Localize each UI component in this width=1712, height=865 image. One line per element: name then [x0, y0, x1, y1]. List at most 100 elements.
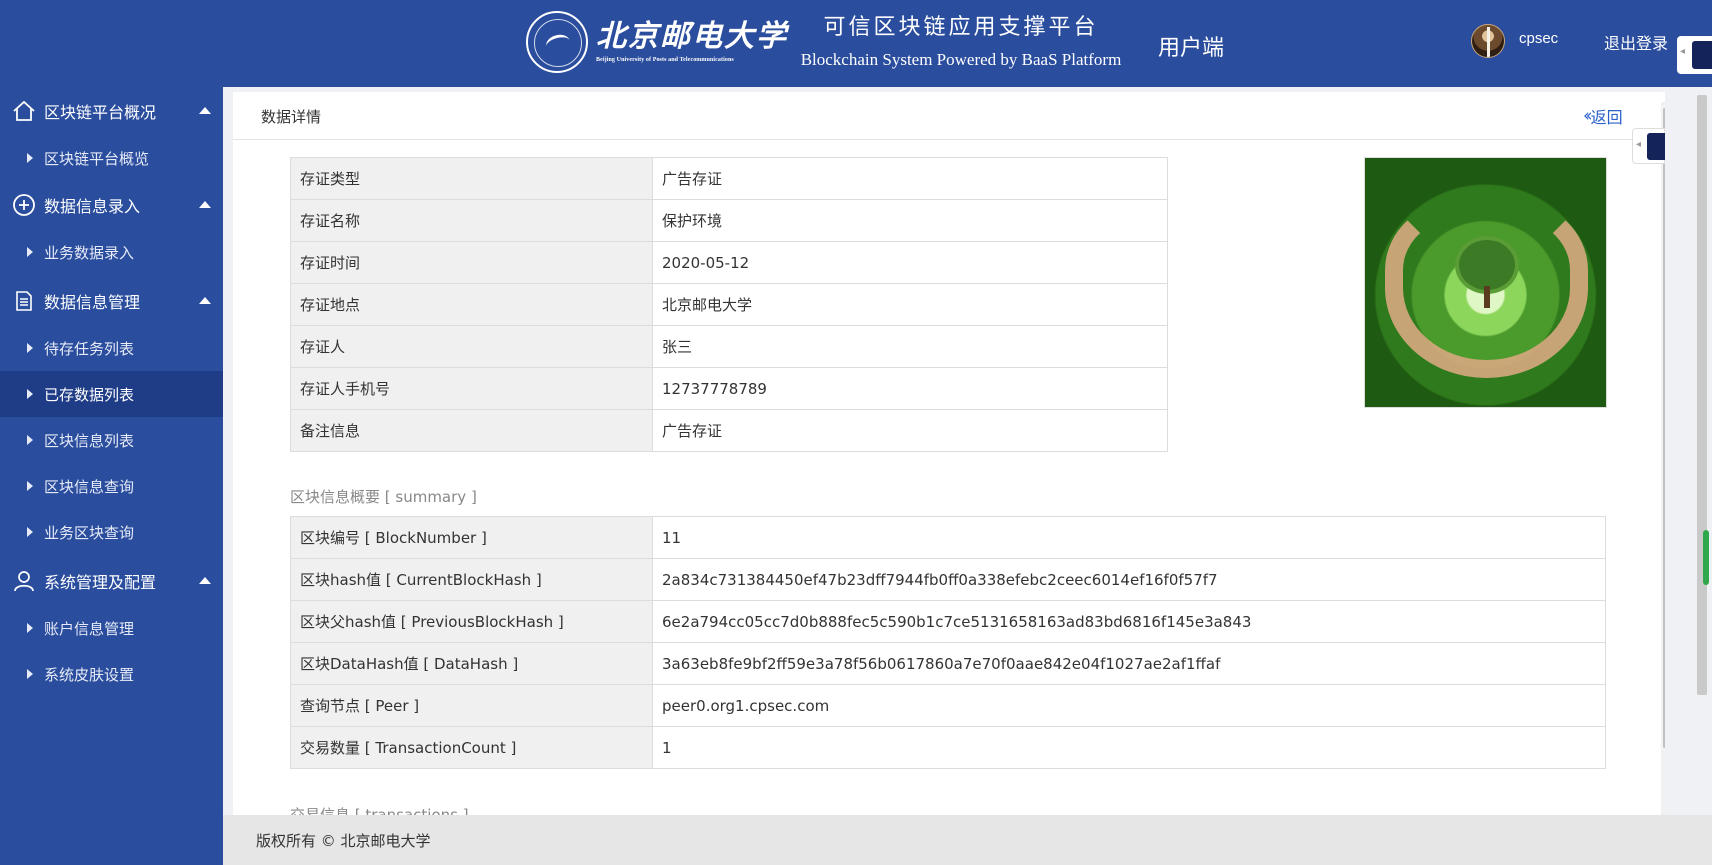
caret-right-icon	[27, 481, 33, 491]
sidebar-group-label: 数据信息录入	[44, 197, 141, 216]
home-icon	[13, 100, 35, 121]
sidebar-item-business-block-query[interactable]: 业务区块查询	[0, 509, 223, 555]
row-value: 2020-05-12	[652, 241, 1168, 284]
sidebar-item-pending-tasks[interactable]: 待存任务列表	[0, 325, 223, 371]
sidebar-item-account-management[interactable]: 账户信息管理	[0, 605, 223, 651]
sidebar: 区块链平台概况 区块链平台概览 数据信息录入 业务数据录入 数据信息管理 待存任…	[0, 87, 223, 865]
table-row: 存证人手机号 12737778789	[290, 367, 1168, 410]
sidebar-group-data-entry[interactable]: 数据信息录入	[0, 181, 223, 229]
row-value: 1	[652, 726, 1606, 769]
top-header: 北京邮电大学 Beijing University of Posts and T…	[0, 0, 1712, 87]
sidebar-group-label: 数据信息管理	[44, 293, 141, 312]
sidebar-item-label: 待存任务列表	[44, 339, 135, 358]
platform-title-cn: 可信区块链应用支撑平台	[823, 15, 1099, 40]
sidebar-item-business-data-entry[interactable]: 业务数据录入	[0, 229, 223, 275]
sidebar-item-stored-data-list[interactable]: 已存数据列表	[0, 371, 223, 417]
row-key: 存证类型	[290, 157, 653, 200]
document-icon	[16, 291, 32, 311]
user-icon	[14, 571, 34, 592]
sidebar-item-block-query[interactable]: 区块信息查询	[0, 463, 223, 509]
plus-circle-icon	[13, 194, 35, 216]
row-key: 区块DataHash值 [ DataHash ]	[290, 642, 653, 685]
transactions-section-title: 交易信息 [ transactions ]	[290, 806, 469, 815]
row-key: 备注信息	[290, 409, 653, 452]
row-value: peer0.org1.cpsec.com	[652, 684, 1606, 727]
sidebar-item-skin-settings[interactable]: 系统皮肤设置	[0, 651, 223, 697]
row-key: 存证人	[290, 325, 653, 368]
sidebar-item-label: 已存数据列表	[44, 385, 135, 404]
avatar[interactable]	[1471, 24, 1505, 58]
table-row: 区块编号 [ BlockNumber ] 11	[290, 516, 1606, 559]
caret-right-icon	[27, 247, 33, 257]
client-label: 用户端	[1158, 36, 1225, 61]
page-scroll-indicator	[1703, 530, 1709, 585]
caret-right-icon	[27, 343, 33, 353]
summary-section-title: 区块信息概要 [ summary ]	[290, 488, 477, 506]
row-key: 存证名称	[290, 199, 653, 242]
data-detail-panel: 数据详情 ‹‹ 返回 存证类型 广告存证 存证名称 保护环境 存证时间 2020-05…	[233, 92, 1665, 815]
sidebar-item-label: 账户信息管理	[44, 619, 135, 638]
caret-right-icon	[27, 669, 33, 679]
logout-link[interactable]: 退出登录	[1604, 30, 1668, 54]
table-row: 存证类型 广告存证	[290, 157, 1168, 200]
caret-right-icon	[27, 623, 33, 633]
sidebar-group-system-config[interactable]: 系统管理及配置	[0, 557, 223, 605]
tree-trunk-shape	[1484, 286, 1490, 308]
row-value: 保护环境	[652, 199, 1168, 242]
row-key: 交易数量 [ TransactionCount ]	[290, 726, 653, 769]
table-row: 存证地点 北京邮电大学	[290, 283, 1168, 326]
side-floating-widget-icon[interactable]	[1632, 128, 1665, 164]
university-name-en: Beijing University of Posts and Telecomm…	[596, 57, 734, 63]
chevron-up-icon	[199, 577, 211, 584]
page-scrollbar-thumb[interactable]	[1697, 95, 1707, 695]
panel-header: 数据详情 ‹‹ 返回	[233, 92, 1665, 140]
row-key: 存证人手机号	[290, 367, 653, 410]
table-row: 查询节点 [ Peer ] peer0.org1.cpsec.com	[290, 684, 1606, 727]
sidebar-item-block-list[interactable]: 区块信息列表	[0, 417, 223, 463]
sidebar-group-data-management[interactable]: 数据信息管理	[0, 277, 223, 325]
username[interactable]: cpsec	[1519, 30, 1558, 47]
row-value: 11	[652, 516, 1606, 559]
content-scrollbar-thumb[interactable]	[1663, 108, 1665, 748]
chevron-up-icon	[199, 201, 211, 208]
table-row: 区块hash值 [ CurrentBlockHash ] 2a834c731384…	[290, 558, 1606, 601]
page-title: 数据详情	[261, 108, 322, 126]
back-button[interactable]: ‹‹ 返回	[1583, 104, 1623, 128]
table-row: 交易数量 [ TransactionCount ] 1	[290, 726, 1606, 769]
table-row: 备注信息 广告存证	[290, 409, 1168, 452]
platform-title: 可信区块链应用支撑平台 Blockchain System Powered by…	[796, 13, 1126, 73]
sidebar-item-label: 区块信息查询	[44, 477, 135, 496]
row-value: 广告存证	[652, 409, 1168, 452]
row-value: 北京邮电大学	[652, 283, 1168, 326]
table-row: 区块父hash值 [ PreviousBlockHash ] 6e2a794cc0…	[290, 600, 1606, 643]
university-name-cn: 北京邮电大学	[596, 19, 788, 54]
sidebar-group-platform-overview[interactable]: 区块链平台概况	[0, 87, 223, 135]
sidebar-group-label: 系统管理及配置	[44, 573, 157, 592]
block-summary-table: 区块编号 [ BlockNumber ] 11 区块hash值 [ Current…	[290, 516, 1606, 769]
evidence-image[interactable]	[1364, 157, 1607, 408]
caret-right-icon	[27, 435, 33, 445]
row-key: 查询节点 [ Peer ]	[290, 684, 653, 727]
caret-right-icon	[27, 527, 33, 537]
row-value: 张三	[652, 325, 1168, 368]
sidebar-item-label: 区块信息列表	[44, 431, 135, 450]
tree-crown-shape	[1459, 240, 1515, 290]
caret-right-icon	[27, 389, 33, 399]
sidebar-item-label: 业务数据录入	[44, 243, 135, 262]
row-value: 2a834c731384450ef47b23dff7944fb0ff0a338e…	[652, 558, 1606, 601]
row-key: 存证时间	[290, 241, 653, 284]
sidebar-item-label: 区块链平台概览	[44, 149, 150, 168]
row-key: 存证地点	[290, 283, 653, 326]
row-value: 12737778789	[652, 367, 1168, 410]
table-row: 存证人 张三	[290, 325, 1168, 368]
row-value: 广告存证	[652, 157, 1168, 200]
table-row: 区块DataHash值 [ DataHash ] 3a63eb8fe9bf2ff5…	[290, 642, 1606, 685]
floating-widget-icon[interactable]	[1677, 36, 1712, 74]
sidebar-item-label: 业务区块查询	[44, 523, 135, 542]
university-logo[interactable]: 北京邮电大学 Beijing University of Posts and T…	[526, 11, 788, 73]
chevron-up-icon	[199, 107, 211, 114]
sidebar-item-platform-overview[interactable]: 区块链平台概览	[0, 135, 223, 181]
table-row: 存证名称 保护环境	[290, 199, 1168, 242]
footer: 版权所有 © 北京邮电大学	[223, 815, 1712, 865]
sidebar-group-label: 区块链平台概况	[44, 103, 157, 122]
